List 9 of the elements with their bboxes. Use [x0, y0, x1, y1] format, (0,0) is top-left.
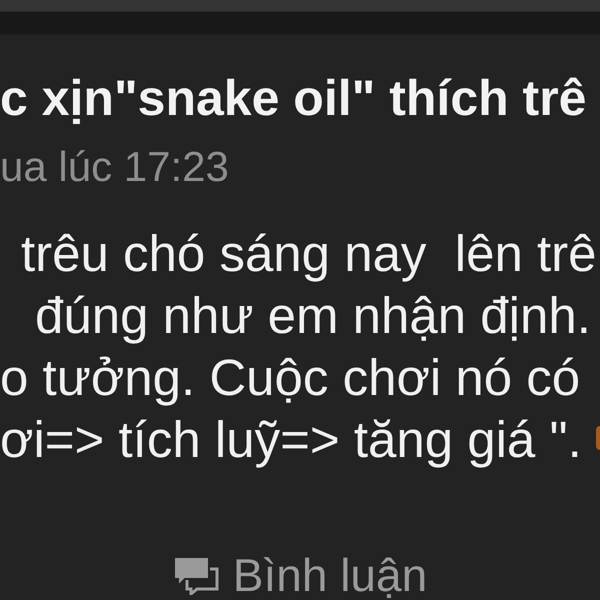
emoji-icon	[596, 426, 600, 450]
post-text-line: đúng như em nhận định.	[35, 286, 591, 346]
post-title: c xịn"snake oil" thích trê	[0, 70, 586, 127]
comment-button[interactable]: Bình luận	[172, 552, 428, 598]
post-time: ua lúc 17:23	[0, 143, 229, 191]
post-text-line: ơi=> tích luỹ=> tăng giá ".	[0, 410, 582, 470]
post-text-line: o tưởng. Cuộc chơi nó có	[0, 348, 580, 408]
post-text-line: trêu chó sáng nay lên trê	[21, 224, 597, 284]
comment-icon	[172, 555, 219, 595]
